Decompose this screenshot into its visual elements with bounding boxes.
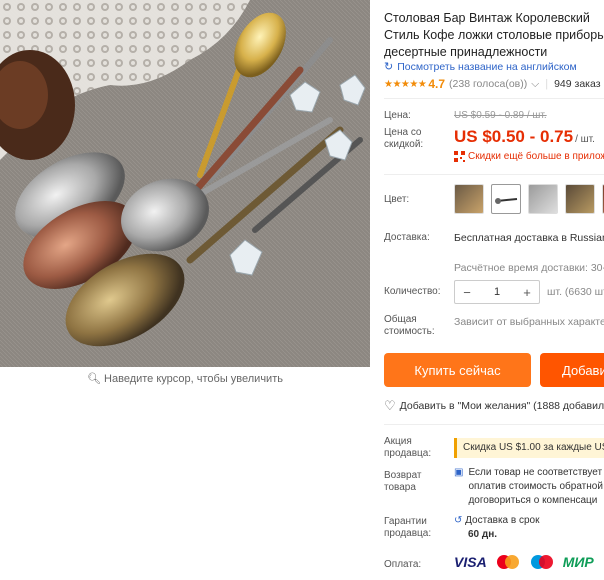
quantity-available: шт. (6630 шт. xyxy=(547,286,604,298)
color-swatches xyxy=(454,184,604,214)
rating-stars: ★★★★★ xyxy=(384,78,427,90)
guarantee-label: Гарантии продавца: xyxy=(384,516,432,539)
total-value: Зависит от выбранных характер xyxy=(454,316,604,328)
buy-now-button[interactable]: Купить сейчас xyxy=(384,353,531,387)
orders-count: 949 заказ xyxy=(554,78,601,90)
delivery-label: Доставка: xyxy=(384,232,430,243)
discount-price-label: Цена со скидкой: xyxy=(384,127,424,150)
total-label: Общая стоимость: xyxy=(384,314,435,337)
mastercard-icon xyxy=(496,555,519,569)
heart-icon: ♡ xyxy=(384,398,396,413)
return-icon: ▣ xyxy=(454,467,464,478)
app-discount-link[interactable]: Скидки ещё больше в прилож xyxy=(454,151,604,162)
color-swatch[interactable] xyxy=(491,184,521,214)
mir-icon: МИР xyxy=(562,554,594,570)
delivery-time: Расчётное время доставки: 30-5 xyxy=(454,262,604,274)
product-info-panel: Столовая Бар Винтаж Королевский Стиль Ко… xyxy=(384,0,604,580)
color-swatch[interactable] xyxy=(454,184,484,214)
delivery-value[interactable]: Бесплатная доставка в Russian xyxy=(454,232,604,244)
return-label: Возврат товара xyxy=(384,470,422,493)
rating-count[interactable]: (238 голоса(ов)) xyxy=(449,78,527,90)
color-swatch[interactable] xyxy=(528,184,558,214)
wishlist-link[interactable]: ♡ Добавить в "Мои желания" (1888 добавил… xyxy=(384,398,604,414)
guarantee-info: ↺ Доставка в срок 60 дн. xyxy=(454,515,540,540)
divider xyxy=(384,98,604,99)
payment-methods: VISA МИР xyxy=(454,554,594,570)
payment-label: Оплата: xyxy=(384,559,422,570)
old-price: US $0.59 - 0.89 / шт. xyxy=(454,110,547,121)
product-title: Столовая Бар Винтаж Королевский Стиль Ко… xyxy=(384,11,604,59)
price-label: Цена: xyxy=(384,110,411,121)
quantity-input[interactable]: 1 xyxy=(479,286,515,298)
qr-code-icon xyxy=(454,151,465,162)
divider xyxy=(384,174,604,175)
translate-title-link[interactable]: ↻ Посмотреть название на английском xyxy=(384,60,577,74)
rating-row: ★★★★★ 4.7 (238 голоса(ов)) ⌵ | 949 заказ xyxy=(384,77,601,91)
quantity-plus-button[interactable]: + xyxy=(515,285,539,300)
add-to-cart-button[interactable]: Добави xyxy=(540,353,604,387)
truck-icon: ↺ xyxy=(454,515,463,526)
visa-icon: VISA xyxy=(454,554,487,570)
discount-price: US $0.50 - 0.75/ шт. xyxy=(454,127,595,146)
divider xyxy=(384,424,604,425)
zoom-icon: 🔍︎ xyxy=(87,373,101,385)
promo-label: Акция продавца: xyxy=(384,436,432,459)
translate-icon: ↻ xyxy=(384,61,394,73)
color-label: Цвет: xyxy=(384,194,410,205)
rating-value: 4.7 xyxy=(428,77,446,91)
color-swatch[interactable] xyxy=(565,184,595,214)
product-photo xyxy=(0,0,370,367)
seller-promo[interactable]: Скидка US $1.00 за каждые US xyxy=(454,438,604,458)
maestro-icon xyxy=(530,555,553,569)
quantity-stepper: − 1 + xyxy=(454,280,540,304)
chevron-down-icon[interactable]: ⌵ xyxy=(531,78,539,91)
quantity-minus-button[interactable]: − xyxy=(455,285,479,300)
product-image[interactable] xyxy=(0,0,370,367)
divider: | xyxy=(545,78,549,90)
zoom-hint: 🔍︎ Наведите курсор, чтобы увеличить xyxy=(87,373,283,385)
return-policy: ▣ Если товар не соответствует оплатив ст… xyxy=(454,467,603,506)
quantity-label: Количество: xyxy=(384,286,441,297)
